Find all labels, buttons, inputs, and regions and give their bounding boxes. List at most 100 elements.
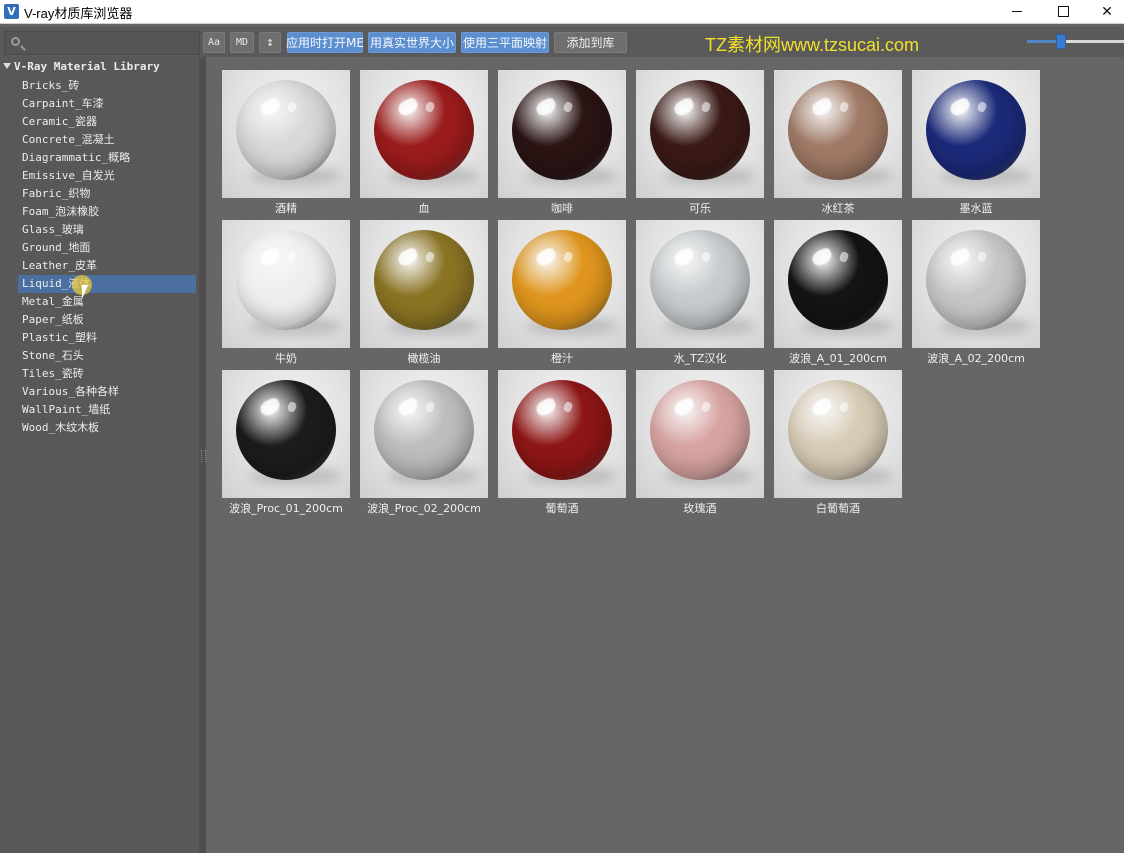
tree-item[interactable]: Stone_石头 — [18, 347, 196, 365]
material-tile[interactable]: 墨水蓝 — [912, 70, 1040, 218]
material-thumbnail[interactable] — [636, 370, 764, 498]
material-grid: 酒精 血 咖啡 可乐 冰红茶 墨水蓝牛奶 橄榄油 橙汁 水_TZ汉化 波浪_A_01_200cm 波… — [206, 57, 1124, 853]
material-thumbnail[interactable] — [360, 370, 488, 498]
triplanar-mapping-toggle[interactable]: 使用三平面映射 — [461, 32, 549, 53]
tree-item[interactable]: WallPaint_墙纸 — [18, 401, 196, 419]
material-label: 波浪_Proc_02_200cm — [367, 502, 481, 515]
material-thumbnail[interactable] — [636, 70, 764, 198]
material-thumbnail[interactable] — [912, 220, 1040, 348]
tree-item[interactable]: Metal_金属 — [18, 293, 196, 311]
material-tile[interactable]: 波浪_A_02_200cm — [912, 220, 1040, 368]
material-tile[interactable]: 冰红茶 — [774, 70, 902, 218]
close-button[interactable]: ✕ — [1084, 0, 1124, 23]
library-tree: V-Ray Material Library Bricks_砖 Carpaint_… — [0, 57, 199, 853]
material-sphere — [374, 80, 474, 180]
material-thumbnail[interactable] — [222, 370, 350, 498]
case-sensitive-button[interactable]: Aa — [203, 32, 225, 53]
zoom-slider-thumb[interactable] — [1056, 34, 1066, 49]
tree-item[interactable]: Carpaint_车漆 — [18, 95, 196, 113]
material-thumbnail[interactable] — [498, 220, 626, 348]
material-tile[interactable]: 波浪_A_01_200cm — [774, 220, 902, 368]
search-input[interactable] — [27, 34, 199, 54]
search-icon — [11, 37, 20, 46]
tree-item[interactable]: Glass_玻璃 — [18, 221, 196, 239]
tree-root-label: V-Ray Material Library — [14, 60, 160, 73]
tree-item[interactable]: Plastic_塑料 — [18, 329, 196, 347]
sort-button[interactable]: ↕ — [259, 32, 281, 53]
tree-item[interactable]: Ground_地面 — [18, 239, 196, 257]
material-thumbnail[interactable] — [636, 220, 764, 348]
material-label: 玫瑰酒 — [683, 502, 717, 515]
md-button[interactable]: MD — [230, 32, 254, 53]
material-thumbnail[interactable] — [360, 70, 488, 198]
material-tile[interactable]: 葡萄酒 — [498, 370, 626, 518]
maximize-icon — [1057, 6, 1069, 17]
material-thumbnail[interactable] — [774, 70, 902, 198]
tree-item[interactable]: Fabric_织物 — [18, 185, 196, 203]
material-tile[interactable]: 橄榄油 — [360, 220, 488, 368]
real-world-scale-toggle[interactable]: 用真实世界大小 — [368, 32, 456, 53]
maximize-button[interactable] — [1040, 0, 1086, 23]
material-tile[interactable]: 白葡萄酒 — [774, 370, 902, 518]
material-sphere — [926, 230, 1026, 330]
material-label: 冰红茶 — [821, 202, 855, 215]
material-label: 葡萄酒 — [545, 502, 579, 515]
material-sphere — [926, 80, 1026, 180]
tree-item[interactable]: Paper_纸板 — [18, 311, 196, 329]
minimize-button[interactable] — [994, 0, 1040, 23]
close-icon: ✕ — [1101, 3, 1113, 20]
material-label: 可乐 — [689, 202, 711, 215]
tree-root[interactable]: V-Ray Material Library — [3, 60, 160, 73]
material-sphere — [512, 230, 612, 330]
material-label: 橄榄油 — [407, 352, 441, 365]
material-thumbnail[interactable] — [498, 70, 626, 198]
tree-item[interactable]: Leather_皮革 — [18, 257, 196, 275]
material-tile[interactable]: 血 — [360, 70, 488, 218]
tree-item[interactable]: Emissive_自发光 — [18, 167, 196, 185]
material-tile[interactable]: 牛奶 — [222, 220, 350, 368]
material-sphere — [374, 230, 474, 330]
material-label: 白葡萄酒 — [816, 502, 860, 515]
material-tile[interactable]: 水_TZ汉化 — [636, 220, 764, 368]
material-label: 波浪_A_02_200cm — [927, 352, 1025, 365]
tree-item[interactable]: Foam_泡沫橡胶 — [18, 203, 196, 221]
search-box[interactable] — [4, 31, 200, 55]
zoom-slider-track[interactable] — [1027, 40, 1124, 43]
material-sphere — [650, 380, 750, 480]
material-tile[interactable]: 玫瑰酒 — [636, 370, 764, 518]
mouse-pointer-icon — [82, 285, 88, 299]
material-thumbnail[interactable] — [222, 220, 350, 348]
material-thumbnail[interactable] — [222, 70, 350, 198]
material-sphere — [236, 230, 336, 330]
material-thumbnail[interactable] — [912, 70, 1040, 198]
material-thumbnail[interactable] — [774, 370, 902, 498]
material-label: 波浪_A_01_200cm — [789, 352, 887, 365]
tree-item[interactable]: Wood_木纹木板 — [18, 419, 196, 437]
material-thumbnail[interactable] — [360, 220, 488, 348]
title-bar: V V-ray材质库浏览器 ✕ — [0, 0, 1124, 24]
material-tile[interactable]: 橙汁 — [498, 220, 626, 368]
material-sphere — [236, 80, 336, 180]
material-label: 橙汁 — [551, 352, 573, 365]
tree-item[interactable]: Liquid_液体 — [18, 275, 196, 293]
material-tile[interactable]: 波浪_Proc_01_200cm — [222, 370, 350, 518]
material-tile[interactable]: 酒精 — [222, 70, 350, 218]
material-tile[interactable]: 波浪_Proc_02_200cm — [360, 370, 488, 518]
material-sphere — [512, 380, 612, 480]
add-to-library-button[interactable]: 添加到库 — [554, 32, 627, 53]
material-sphere — [650, 80, 750, 180]
tree-item[interactable]: Ceramic_瓷器 — [18, 113, 196, 131]
zoom-slider-fill — [1027, 40, 1059, 43]
tree-item[interactable]: Diagrammatic_概略 — [18, 149, 196, 167]
material-tile[interactable]: 可乐 — [636, 70, 764, 218]
material-thumbnail[interactable] — [774, 220, 902, 348]
toolbar: Aa MD ↕ 应用时打开ME 用真实世界大小 使用三平面映射 添加到库 TZ素… — [0, 27, 1124, 57]
tree-item[interactable]: Bricks_砖 — [18, 77, 196, 95]
tree-item[interactable]: Concrete_混凝土 — [18, 131, 196, 149]
tree-item[interactable]: Tiles_瓷砖 — [18, 365, 196, 383]
material-thumbnail[interactable] — [498, 370, 626, 498]
tree-item[interactable]: Various_各种各样 — [18, 383, 196, 401]
open-me-on-apply-toggle[interactable]: 应用时打开ME — [286, 32, 364, 53]
expand-arrow-icon[interactable] — [3, 63, 11, 69]
material-tile[interactable]: 咖啡 — [498, 70, 626, 218]
